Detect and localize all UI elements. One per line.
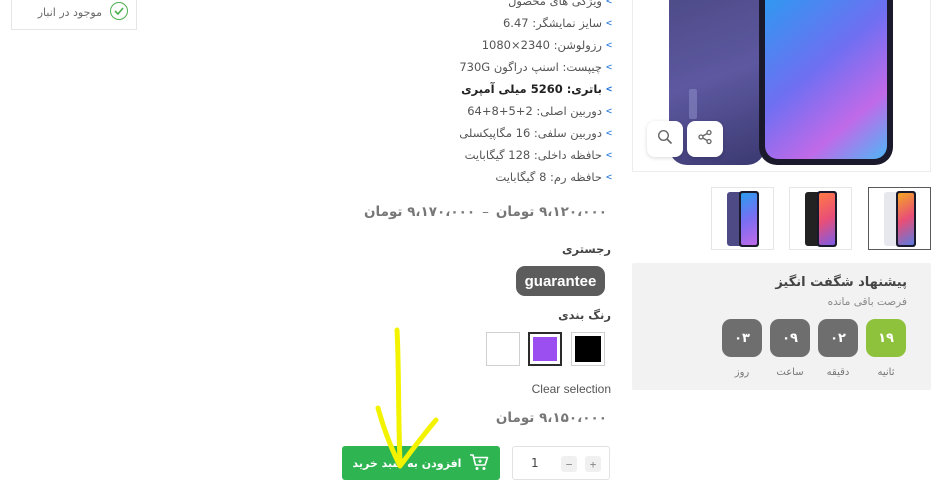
chevron-icon: >	[605, 39, 612, 51]
spec-item: > دوربین اصلی: 2+5+8+64	[467, 104, 612, 118]
quantity-plus-button[interactable]: +	[585, 456, 601, 472]
spec-list: > ویژگی های محصول > سایز نمایشگر: 6.47 > رز…	[352, 0, 612, 188]
swatch-fill	[490, 336, 516, 362]
chevron-icon: >	[605, 105, 612, 117]
clear-selection-link[interactable]: Clear selection	[532, 382, 611, 396]
swatch-fill	[575, 336, 601, 362]
spec-item: > رزولوشن: 2340×1080	[481, 38, 612, 52]
spec-item: > دوربین سلفی: 16 مگاپیکسلی	[459, 126, 612, 140]
spec-item: > باتری: 5260 میلی آمپری	[461, 82, 612, 96]
timer-seconds-label: ثانیه	[877, 367, 895, 378]
special-offer-subtitle: فرصت باقی مانده	[827, 296, 907, 308]
price-max: ۹،۱۷۰،۰۰۰ تومان	[364, 204, 476, 220]
cart-icon	[469, 453, 489, 474]
spec-item: > سایز نمایشگر: 6.47	[502, 16, 612, 30]
chevron-icon: >	[605, 127, 612, 139]
spec-item: > حافظه رم: 8 گیگابایت	[495, 170, 612, 184]
stock-status-text: موجود در انبار	[37, 6, 102, 19]
zoom-button[interactable]	[647, 121, 683, 157]
product-thumbnail[interactable]	[789, 187, 852, 250]
product-thumbnail[interactable]	[868, 187, 931, 250]
timer-minutes: ۰۲	[818, 319, 858, 357]
color-swatch-white[interactable]	[486, 332, 520, 366]
phone-front-image	[759, 0, 893, 165]
timer-hours-label: ساعت	[776, 367, 804, 378]
share-icon	[697, 129, 713, 149]
registry-option-guarantee[interactable]: guarantee	[516, 266, 605, 296]
share-button[interactable]	[687, 121, 723, 157]
chevron-icon: >	[605, 17, 612, 29]
thumb-phone-front	[816, 190, 837, 247]
spec-item: > حافظه داخلی: 128 گیگابایت	[464, 148, 612, 162]
quantity-minus-button[interactable]: −	[561, 456, 577, 472]
price-min: ۹،۱۲۰،۰۰۰ تومان	[495, 204, 607, 220]
price-range: ۹،۱۲۰،۰۰۰ تومان–۹،۱۷۰،۰۰۰ تومان	[364, 204, 607, 220]
chevron-icon: >	[605, 83, 612, 95]
color-swatch-purple[interactable]	[528, 332, 562, 366]
annotation-arrow-icon	[375, 327, 439, 469]
timer-minutes-label: دقیقه	[826, 367, 850, 378]
timer-days: ۰۳	[722, 319, 762, 357]
timer-hours: ۰۹	[770, 319, 810, 357]
special-offer-title: پیشنهاد شگفت انگیز	[775, 275, 907, 290]
quantity-input[interactable]: 1	[531, 456, 539, 470]
chevron-icon: >	[605, 61, 612, 73]
chevron-icon: >	[605, 0, 612, 7]
chevron-icon: >	[605, 149, 612, 161]
search-icon	[657, 129, 673, 149]
color-label: رنگ بندی	[558, 308, 611, 322]
stock-status: موجود در انبار	[11, 0, 137, 30]
chevron-icon: >	[605, 171, 612, 183]
quantity-stepper: + − 1	[512, 446, 610, 480]
phone-brand-mark	[689, 89, 697, 119]
swatch-fill	[533, 337, 557, 361]
spec-item: > چیپست: اسنپ دراگون 730G	[459, 60, 612, 74]
thumb-phone-front	[738, 190, 759, 247]
special-offer-box: پیشنهاد شگفت انگیز فرصت باقی مانده ۱۹ ۰۲…	[632, 263, 931, 390]
product-thumbnail[interactable]	[711, 187, 774, 250]
phone-screen	[765, 0, 887, 159]
spec-item: > ویژگی های محصول	[352, 0, 612, 12]
selected-price: ۹،۱۵۰،۰۰۰ تومان	[495, 410, 607, 426]
color-swatch-black[interactable]	[571, 332, 605, 366]
price-separator: –	[482, 204, 489, 220]
thumb-phone-front	[895, 190, 916, 247]
timer-days-label: روز	[734, 367, 750, 378]
check-circle-icon	[110, 2, 128, 20]
registry-label: رجستری	[562, 242, 611, 256]
timer-seconds: ۱۹	[866, 319, 906, 357]
